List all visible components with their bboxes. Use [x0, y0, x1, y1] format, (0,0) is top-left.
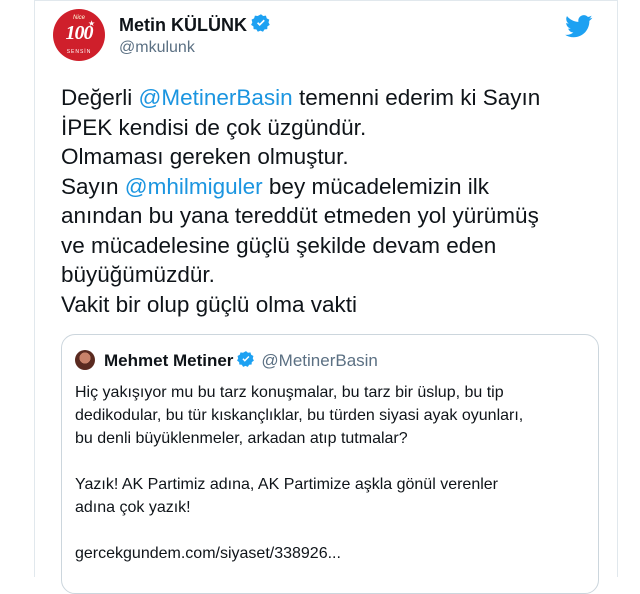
tweet-text-segment: büyüğümüzdür. — [61, 262, 215, 287]
tweet-text-segment: ve mücadelesine güçlü şekilde devam eden — [61, 232, 497, 258]
tweet-text-segment: İPEK kendisi de çok üzgündür. — [61, 114, 367, 140]
quoted-text-line: Hiç yakışıyor mu bu tarz konuşmalar, bu … — [75, 384, 504, 401]
quoted-text-line: dedikodular, bu tür kıskançlıklar, bu tü… — [75, 407, 524, 424]
quoted-author-avatar[interactable] — [75, 350, 95, 370]
mention-link[interactable]: @mhilmiguler — [125, 174, 263, 199]
verified-badge-icon — [251, 13, 271, 38]
quoted-text-line: adına çok yazık! — [75, 499, 191, 516]
star-icon: ★ — [88, 19, 96, 28]
tweet-text-line: büyüğümüzdür. — [61, 260, 601, 290]
quoted-tweet-text: Hiç yakışıyor mu bu tarz konuşmalar, bu … — [75, 381, 590, 565]
tweet-text-line: Vakit bir olup güçlü olma vakti — [61, 290, 601, 320]
tweet-text-segment: bey mücadelemizin ilk — [262, 173, 490, 199]
quoted-text-line: bu denli büyüklenmeler, arkadan atıp tut… — [75, 430, 408, 447]
tweet-text-line: anından bu yana tereddüt etmeden yol yür… — [61, 201, 601, 231]
quoted-author-name[interactable]: Mehmet Metiner — [104, 351, 233, 370]
quoted-link[interactable]: gercekgundem.com/siyaset/338926... — [75, 542, 590, 565]
author-name[interactable]: Metin KÜLÜNK — [119, 13, 271, 38]
tweet-text: Değerli @MetinerBasin temenni ederim ki … — [61, 83, 601, 319]
quoted-author-handle[interactable]: @MetinerBasin — [261, 351, 377, 370]
tweet-text-line: Olmaması gereken olmuştur. — [61, 142, 601, 172]
tweet-text-line: Sayın @mhilmiguler bey mücadelemizin ilk — [61, 172, 601, 202]
tweet-text-segment: Olmaması gereken olmuştur. — [61, 144, 349, 169]
author-name-text[interactable]: Metin KÜLÜNK — [119, 15, 247, 35]
avatar-top-text: Nice — [72, 15, 85, 21]
tweet-text-segment: temenni ederim ki Sayın — [292, 85, 541, 110]
tweet-text-segment: Değerli — [61, 85, 139, 110]
tweet-text-segment: anından bu yana tereddüt etmeden yol yür… — [61, 203, 539, 228]
avatar-main-text: 100 — [65, 22, 94, 44]
tweet-text-line: ve mücadelesine güçlü şekilde devam eden — [61, 231, 601, 261]
verified-badge-icon — [237, 350, 255, 373]
tweet-text-line: İPEK kendisi de çok üzgündür. — [61, 113, 601, 143]
author-handle[interactable]: @mkulunk — [119, 39, 195, 57]
author-avatar[interactable]: Nice 100 ★ SENSİN — [53, 9, 105, 61]
mention-link[interactable]: @MetinerBasin — [139, 85, 293, 110]
quoted-text-line: Yazık! AK Partimiz adına, AK Partimize a… — [75, 476, 499, 493]
tweet-card: Nice 100 ★ SENSİN Metin KÜLÜNK @mkulunk … — [34, 0, 618, 594]
tweet-text-segment: Vakit bir olup güçlü olma vakti — [61, 291, 357, 317]
quoted-author[interactable]: Mehmet Metiner @MetinerBasin — [104, 350, 378, 373]
quoted-tweet[interactable]: Mehmet Metiner @MetinerBasin Hiç yakışıyo… — [61, 334, 599, 594]
avatar-small-text: SENSİN — [66, 49, 92, 55]
tweet-text-line: Değerli @MetinerBasin temenni ederim ki … — [61, 83, 601, 113]
tweet-text-segment: Sayın — [61, 173, 125, 199]
twitter-bird-icon[interactable] — [565, 15, 593, 43]
